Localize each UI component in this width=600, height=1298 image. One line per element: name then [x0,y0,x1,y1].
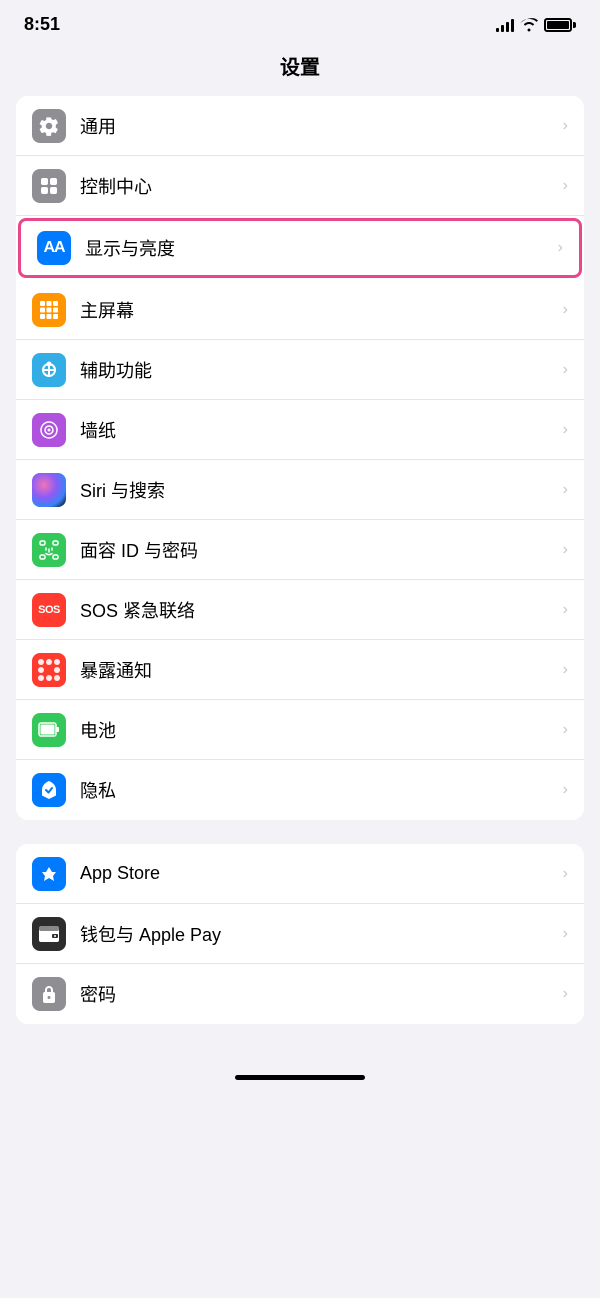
wallet-label: 钱包与 Apple Pay [80,921,555,947]
sos-icon: SOS [32,593,66,627]
battery-label: 电池 [80,717,555,743]
privacy-icon [32,773,66,807]
wallet-chevron: › [563,925,568,943]
siri-icon [32,473,66,507]
accessibility-label: 辅助功能 [80,357,555,383]
settings-item-general[interactable]: 通用 › [16,96,584,156]
general-icon [32,109,66,143]
display-icon: AA [37,231,71,265]
exposure-chevron: › [563,661,568,679]
accessibility-chevron: › [563,361,568,379]
exposure-label: 暴露通知 [80,657,555,683]
battery-chevron: › [563,721,568,739]
sos-label: SOS 紧急联络 [80,597,555,623]
page-title: 设置 [0,43,600,96]
settings-item-accessibility[interactable]: 辅助功能 › [16,340,584,400]
general-label: 通用 [80,113,555,139]
sos-text: SOS [38,604,60,616]
appstore-icon [32,857,66,891]
wallet-icon [32,917,66,951]
status-icons [496,18,576,32]
settings-item-appstore[interactable]: App Store › [16,844,584,904]
control-center-label: 控制中心 [80,173,555,199]
status-time: 8:51 [24,14,60,35]
wallpaper-label: 墙纸 [80,417,555,443]
homescreen-chevron: › [563,301,568,319]
password-label: 密码 [80,981,555,1007]
homescreen-label: 主屏幕 [80,297,555,323]
accessibility-icon [32,353,66,387]
appstore-chevron: › [563,865,568,883]
privacy-label: 隐私 [80,777,555,803]
siri-label: Siri 与搜索 [80,477,555,503]
general-chevron: › [563,117,568,135]
control-center-chevron: › [563,177,568,195]
display-label: 显示与亮度 [85,235,550,261]
settings-item-privacy[interactable]: 隐私 › [16,760,584,820]
control-center-icon [32,169,66,203]
wifi-icon [520,18,538,32]
faceid-icon [32,533,66,567]
signal-icon [496,18,514,32]
sos-chevron: › [563,601,568,619]
settings-item-homescreen[interactable]: 主屏幕 › [16,280,584,340]
battery-settings-icon [32,713,66,747]
home-indicator [235,1075,365,1080]
settings-item-password[interactable]: 密码 › [16,964,584,1024]
battery-icon [544,18,576,32]
settings-item-siri[interactable]: Siri 与搜索 › [16,460,584,520]
exposure-dots [38,659,60,681]
settings-section-1: 通用 › 控制中心 › AA 显示与亮度 › [16,96,584,820]
settings-item-display[interactable]: AA 显示与亮度 › [18,218,582,278]
password-chevron: › [563,985,568,1003]
display-chevron: › [558,239,563,257]
settings-item-exposure[interactable]: 暴露通知 › [16,640,584,700]
settings-item-battery[interactable]: 电池 › [16,700,584,760]
homescreen-icon [32,293,66,327]
wallpaper-chevron: › [563,421,568,439]
settings-item-wallet[interactable]: 钱包与 Apple Pay › [16,904,584,964]
exposure-icon [32,653,66,687]
faceid-label: 面容 ID 与密码 [80,537,555,563]
appstore-label: App Store [80,863,555,884]
status-bar: 8:51 [0,0,600,43]
settings-item-faceid[interactable]: 面容 ID 与密码 › [16,520,584,580]
settings-item-wallpaper[interactable]: 墙纸 › [16,400,584,460]
password-icon [32,977,66,1011]
privacy-chevron: › [563,781,568,799]
settings-item-sos[interactable]: SOS SOS 紧急联络 › [16,580,584,640]
faceid-chevron: › [563,541,568,559]
settings-section-2: App Store › 钱包与 Apple Pay › [16,844,584,1024]
siri-chevron: › [563,481,568,499]
settings-item-control-center[interactable]: 控制中心 › [16,156,584,216]
wallpaper-icon [32,413,66,447]
